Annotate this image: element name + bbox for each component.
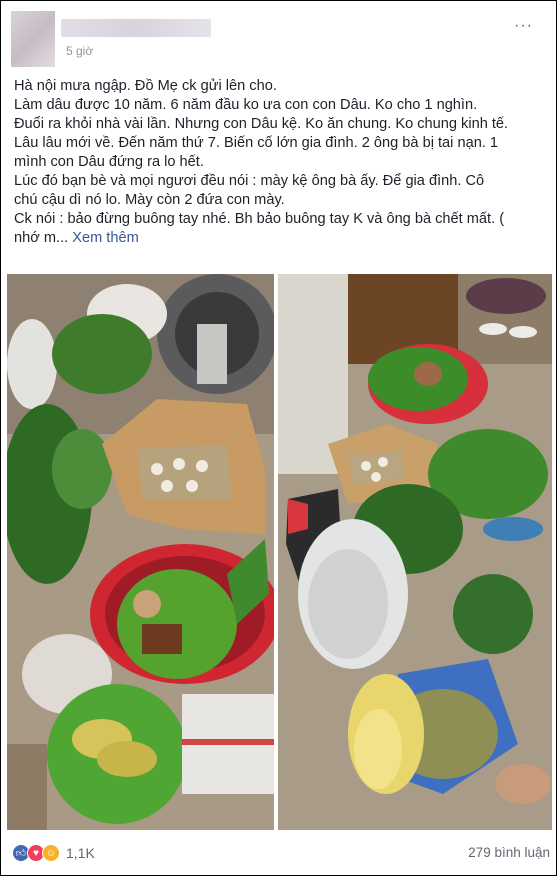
author-avatar[interactable] <box>11 11 55 67</box>
post-line: Lâu lâu mới về. Đến năm thứ 7. Biến cố l… <box>14 135 499 151</box>
post-timestamp[interactable]: 5 giờ <box>66 44 93 58</box>
post-line: nhớ m... <box>14 230 69 246</box>
post-footer: 👍︎ ♥ ☺ 1,1K 279 bình luận <box>1 837 557 867</box>
post-line: Lúc đó bạn bè và mọi ngươi đều nói : mày… <box>14 173 485 189</box>
photo-produce-left[interactable] <box>7 274 274 830</box>
photo-produce-right-image <box>278 274 552 830</box>
post-line-last: nhớ m... Xem thêm <box>14 229 554 248</box>
author-name[interactable] <box>61 19 211 37</box>
photo-grid <box>7 274 552 830</box>
comment-count[interactable]: 279 bình luận <box>468 845 550 860</box>
post-line: Làm dâu được 10 năm. 6 năm đầu ko ưa con… <box>14 97 478 113</box>
see-more-link[interactable]: Xem thêm <box>72 230 139 246</box>
more-options-icon[interactable]: ··· <box>514 17 533 35</box>
post-line: Đuổi ra khỏi nhà vài lần. Nhưng con Dâu … <box>14 116 509 132</box>
reaction-count[interactable]: 1,1K <box>66 845 95 861</box>
reaction-summary[interactable]: 👍︎ ♥ ☺ 1,1K <box>12 843 95 863</box>
post-line: Hà nội mưa ngập. Đồ Mẹ ck gửi lên cho. <box>14 78 277 94</box>
post-line: Ck nói : bảo đừng buông tay nhé. Bh bảo … <box>14 211 505 227</box>
post-line: mình con Dâu đứng ra lo hết. <box>14 154 204 170</box>
photo-produce-left-image <box>7 274 274 830</box>
post-text: Hà nội mưa ngập. Đồ Mẹ ck gửi lên cho. L… <box>14 77 554 248</box>
post-header: 5 giờ ··· <box>11 11 541 71</box>
photo-produce-right[interactable] <box>278 274 552 830</box>
laughing-face-icon: ☺ <box>42 844 60 862</box>
post-card: 5 giờ ··· Hà nội mưa ngập. Đồ Mẹ ck gửi … <box>0 0 557 876</box>
post-line: chú cậu dì nó lo. Mày còn 2 đứa con mày. <box>14 192 285 208</box>
